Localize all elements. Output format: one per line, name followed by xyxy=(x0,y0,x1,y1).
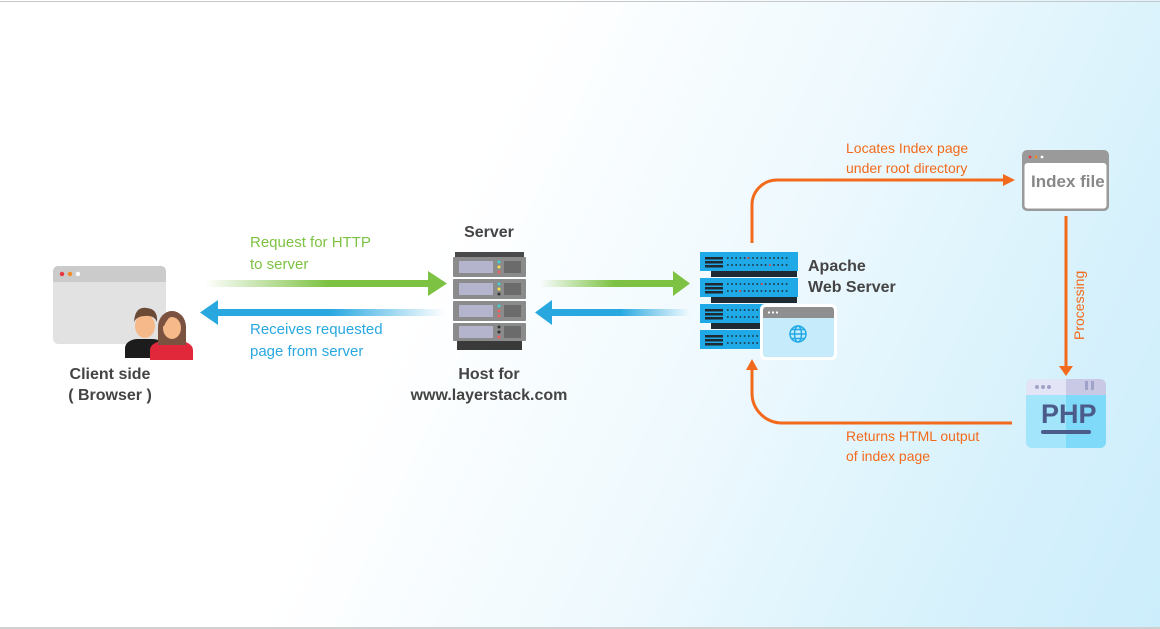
returns-label-line2: of index page xyxy=(846,448,931,464)
server-label-line2: www.layerstack.com xyxy=(410,387,568,404)
locate-arrow xyxy=(750,174,1015,243)
apache-label: Apache Web Server xyxy=(808,256,896,298)
client-label: Client side ( Browser ) xyxy=(50,364,170,406)
backward-arrow xyxy=(535,300,690,325)
client-label-line2: ( Browser ) xyxy=(68,387,152,404)
request-label-line1: Request for HTTP xyxy=(250,234,371,251)
response-label: Receives requested page from server xyxy=(250,319,383,363)
returns-label-line1: Returns HTML output xyxy=(846,428,980,444)
client-label-line1: Client side xyxy=(69,366,151,383)
index-file-label: Index file xyxy=(1031,172,1105,191)
server-title: Server xyxy=(464,224,514,241)
forward-arrow xyxy=(540,271,690,296)
response-label-line1: Receives requested xyxy=(250,321,383,338)
processing-label: Processing xyxy=(1071,270,1087,340)
response-label-line2: page from server xyxy=(250,343,364,360)
returns-arrow xyxy=(746,359,1012,425)
locate-label-line1: Locates Index page xyxy=(846,140,969,156)
server-rack-icon xyxy=(453,252,526,350)
diagram-canvas xyxy=(53,150,1109,448)
globe-browser-icon xyxy=(760,304,837,360)
request-label: Request for HTTP to server xyxy=(250,232,371,276)
locate-label-line2: under root directory xyxy=(846,160,968,176)
request-label-line2: to server xyxy=(250,256,309,273)
server-label: Host for www.layerstack.com xyxy=(389,364,589,406)
apache-label-line1: Apache xyxy=(808,258,866,275)
returns-label: Returns HTML output of index page xyxy=(846,426,979,466)
server-label-line1: Host for xyxy=(458,366,520,383)
locate-label: Locates Index page under root directory xyxy=(846,138,968,178)
apache-label-line2: Web Server xyxy=(808,279,896,296)
php-label: PHP xyxy=(1041,399,1097,429)
